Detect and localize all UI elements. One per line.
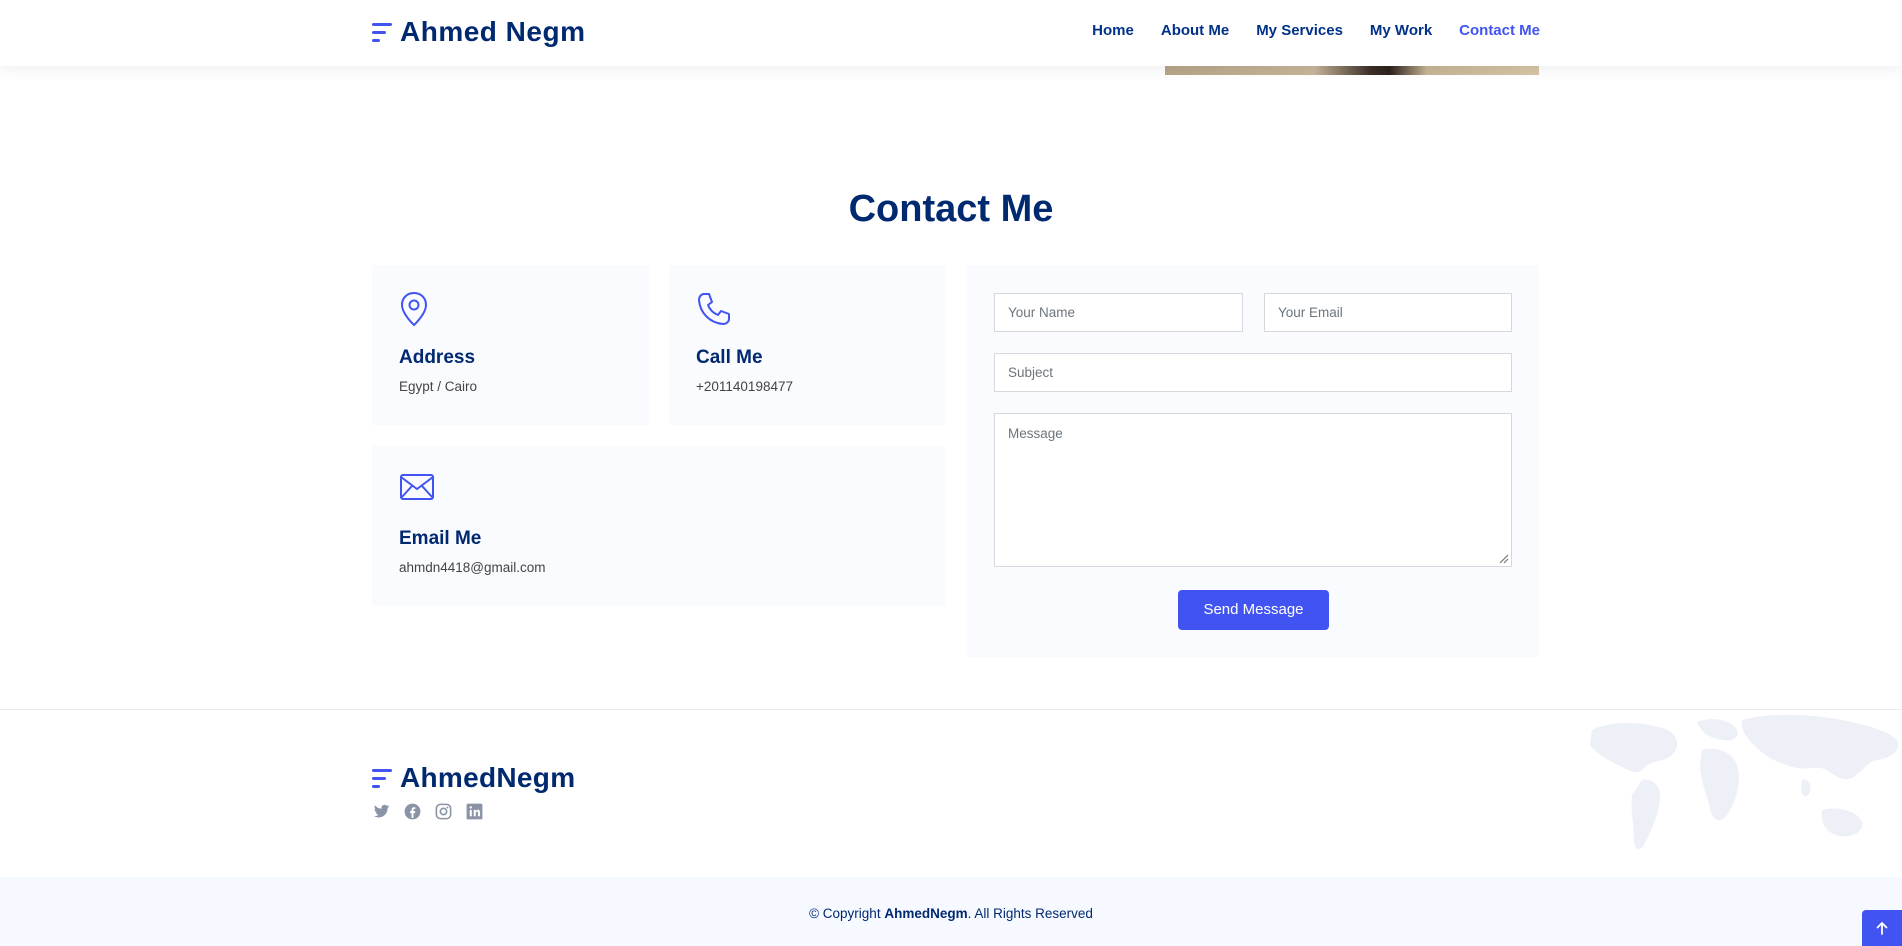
email-heading: Email Me — [399, 528, 482, 549]
section-title: Contact Me — [848, 188, 1054, 230]
instagram-icon[interactable] — [434, 802, 453, 821]
footer-logo-mark-icon — [372, 765, 394, 791]
arrow-up-icon — [1876, 921, 1888, 935]
nav-my-services[interactable]: My Services — [1256, 22, 1343, 39]
footer-logo[interactable]: AhmedNegm — [372, 762, 575, 794]
back-to-top-button[interactable] — [1862, 910, 1902, 946]
email-input[interactable]: Your Email — [1264, 293, 1512, 332]
name-input[interactable]: Your Name — [994, 293, 1243, 332]
site-header: Ahmed Negm Home About Me My Services My … — [0, 0, 1902, 66]
logo-mark-icon — [372, 19, 394, 45]
nav-about-me[interactable]: About Me — [1161, 22, 1229, 39]
nav-my-work[interactable]: My Work — [1370, 22, 1432, 39]
contact-form: Your Name Your Email Subject Message Sen… — [967, 265, 1539, 657]
twitter-icon[interactable] — [372, 802, 391, 821]
address-value: Egypt / Cairo — [399, 379, 478, 394]
call-box: Call Me +201140198477 — [669, 265, 945, 425]
message-textarea[interactable]: Message — [994, 413, 1512, 567]
main-nav: Home About Me My Services My Work Contac… — [1092, 22, 1540, 39]
copyright-prefix: © Copyright — [809, 906, 885, 921]
address-box: Address Egypt / Cairo — [372, 265, 649, 425]
call-heading: Call Me — [696, 347, 763, 368]
geo-pin-icon — [399, 291, 429, 332]
copyright-suffix: . All Rights Reserved — [967, 906, 1093, 921]
copyright-bar: © Copyright AhmedNegm. All Rights Reserv… — [0, 877, 1902, 946]
copyright-brand: AhmedNegm — [884, 906, 968, 921]
message-placeholder: Message — [1008, 426, 1063, 441]
linkedin-icon[interactable] — [465, 802, 484, 821]
envelope-icon — [399, 472, 435, 507]
facebook-icon[interactable] — [403, 802, 422, 821]
send-message-button[interactable]: Send Message — [1178, 590, 1329, 630]
footer: AhmedNegm — [0, 709, 1902, 877]
resize-handle-icon[interactable] — [1497, 552, 1509, 564]
subject-input[interactable]: Subject — [994, 353, 1512, 392]
nav-home[interactable]: Home — [1092, 22, 1134, 39]
world-map-decoration — [1590, 714, 1899, 850]
email-value: ahmdn4418@gmail.com — [399, 560, 546, 575]
email-box: Email Me ahmdn4418@gmail.com — [372, 446, 945, 606]
logo-text: Ahmed Negm — [400, 16, 586, 47]
logo[interactable]: Ahmed Negm — [372, 16, 585, 48]
call-value: +201140198477 — [696, 379, 793, 394]
social-links — [372, 802, 484, 821]
phone-icon — [696, 291, 732, 332]
address-heading: Address — [399, 347, 476, 368]
nav-contact-me[interactable]: Contact Me — [1459, 22, 1540, 39]
footer-logo-text: AhmedNegm — [400, 762, 576, 793]
